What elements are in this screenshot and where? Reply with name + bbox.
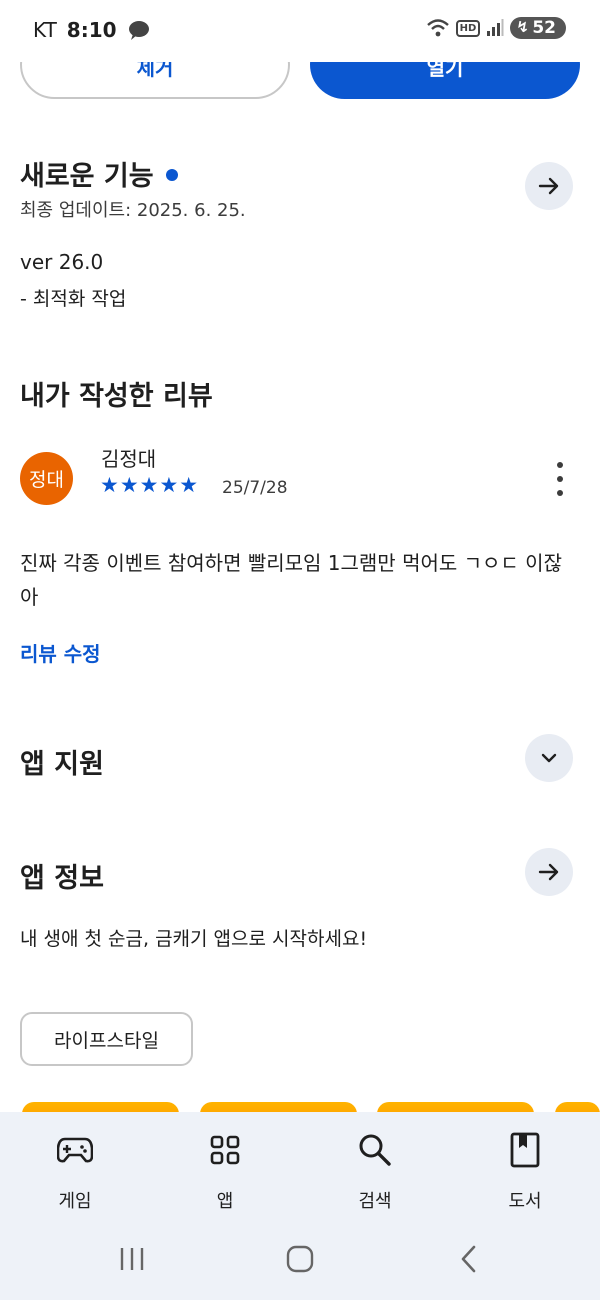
carrier-label: KT [33, 18, 57, 42]
nav-item-books[interactable]: 도서 [475, 1130, 575, 1213]
avatar: 정대 [20, 452, 73, 505]
signal-icon [487, 19, 504, 36]
whats-new-arrow-button[interactable] [525, 162, 573, 210]
nav-item-games[interactable]: 게임 [25, 1130, 125, 1213]
wifi-icon [426, 19, 449, 37]
update-note: - 최적화 작업 [20, 288, 127, 310]
book-icon [505, 1130, 545, 1170]
arrow-right-icon [538, 177, 559, 195]
category-chip[interactable]: 라이프스타일 [20, 1012, 193, 1066]
system-navigation-bar [0, 1240, 600, 1280]
nav-label-books: 도서 [508, 1191, 542, 1212]
clock: 8:10 [66, 18, 117, 42]
app-description: 내 생애 첫 순금, 금캐기 앱으로 시작하세요! [20, 928, 368, 950]
reviewer-name: 김정대 [101, 447, 157, 471]
status-left: KT 8:10 [33, 18, 151, 42]
whats-new-title-text: 새로운 기능 [20, 161, 154, 192]
star-rating: ★★★★★ [100, 473, 200, 497]
nav-item-search[interactable]: 검색 [325, 1130, 425, 1213]
nav-item-apps[interactable]: 앱 [175, 1130, 275, 1213]
talk-notification-icon [128, 21, 149, 40]
chevron-down-icon [541, 753, 557, 763]
charging-icon: ↯ [516, 18, 529, 36]
whats-new-title: 새로운 기능 [20, 154, 178, 193]
search-icon [355, 1130, 395, 1170]
more-options-icon[interactable] [552, 462, 568, 496]
review-text: 진짜 각종 이벤트 참여하면 빨리모임 1그램만 먹어도 ㄱㅇㄷ 이잖아 [20, 551, 562, 609]
apps-grid-icon [205, 1130, 245, 1170]
app-support-title: 앱 지원 [20, 749, 104, 780]
arrow-right-icon [538, 863, 559, 881]
app-info-title: 앱 정보 [20, 863, 104, 894]
review-date: 25/7/28 [222, 478, 288, 498]
version-text: ver 26.0 [20, 250, 104, 274]
bottom-navigation: 게임 앱 검색 도서 [0, 1112, 600, 1300]
hd-voice-icon: HD [455, 19, 481, 37]
nav-label-apps: 앱 [216, 1191, 234, 1212]
battery-indicator: ↯ 52 [510, 17, 566, 39]
status-right: HD ↯ 52 [426, 17, 566, 39]
home-icon[interactable] [285, 1244, 315, 1274]
app-support-expand-button[interactable] [525, 734, 573, 782]
back-icon[interactable] [458, 1244, 480, 1274]
nav-label-search: 검색 [358, 1191, 392, 1212]
nav-label-games: 게임 [58, 1191, 92, 1212]
my-review-title: 내가 작성한 리뷰 [20, 381, 213, 412]
new-indicator-dot [165, 168, 178, 181]
app-info-arrow-button[interactable] [525, 848, 573, 896]
recent-apps-icon[interactable] [118, 1246, 146, 1272]
battery-level: 52 [532, 18, 556, 38]
edit-review-link[interactable]: 리뷰 수정 [20, 638, 101, 667]
last-updated: 최종 업데이트: 2025. 6. 25. [20, 200, 246, 221]
gamepad-icon [55, 1130, 95, 1170]
status-bar: KT 8:10 HD ↯ 52 [0, 0, 600, 62]
